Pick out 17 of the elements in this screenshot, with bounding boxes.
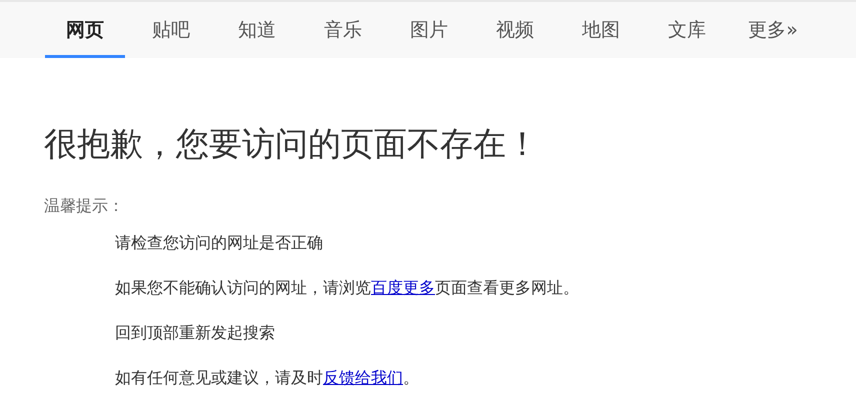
tip-text: 如果您不能确认访问的网址，请浏览百度更多页面查看更多网址。 <box>115 277 580 299</box>
link[interactable]: 反馈给我们 <box>323 368 403 387</box>
nav-tab[interactable]: 视频 <box>475 2 555 58</box>
tip-text: 回到顶部重新发起搜索 <box>115 322 276 344</box>
nav-tab[interactable]: 图片 <box>389 2 469 58</box>
tips-title: 温馨提示： <box>44 196 124 217</box>
nav-tab[interactable]: 音乐 <box>303 2 383 58</box>
tip-text: 如有任何意见或建议，请及时反馈给我们。 <box>115 367 420 389</box>
tip-text: 请检查您访问的网址是否正确 <box>115 232 324 254</box>
nav-tab[interactable]: 文库 <box>647 2 727 58</box>
nav-tab[interactable]: 更多» <box>733 2 813 58</box>
error-heading: 很抱歉，您要访问的页面不存在！ <box>44 123 540 165</box>
nav-tab[interactable]: 网页 <box>45 2 125 58</box>
link[interactable]: 百度更多 <box>371 278 435 297</box>
nav-tab[interactable]: 贴吧 <box>131 2 211 58</box>
nav-tab[interactable]: 知道 <box>217 2 297 58</box>
nav-tab[interactable]: 地图 <box>561 2 641 58</box>
